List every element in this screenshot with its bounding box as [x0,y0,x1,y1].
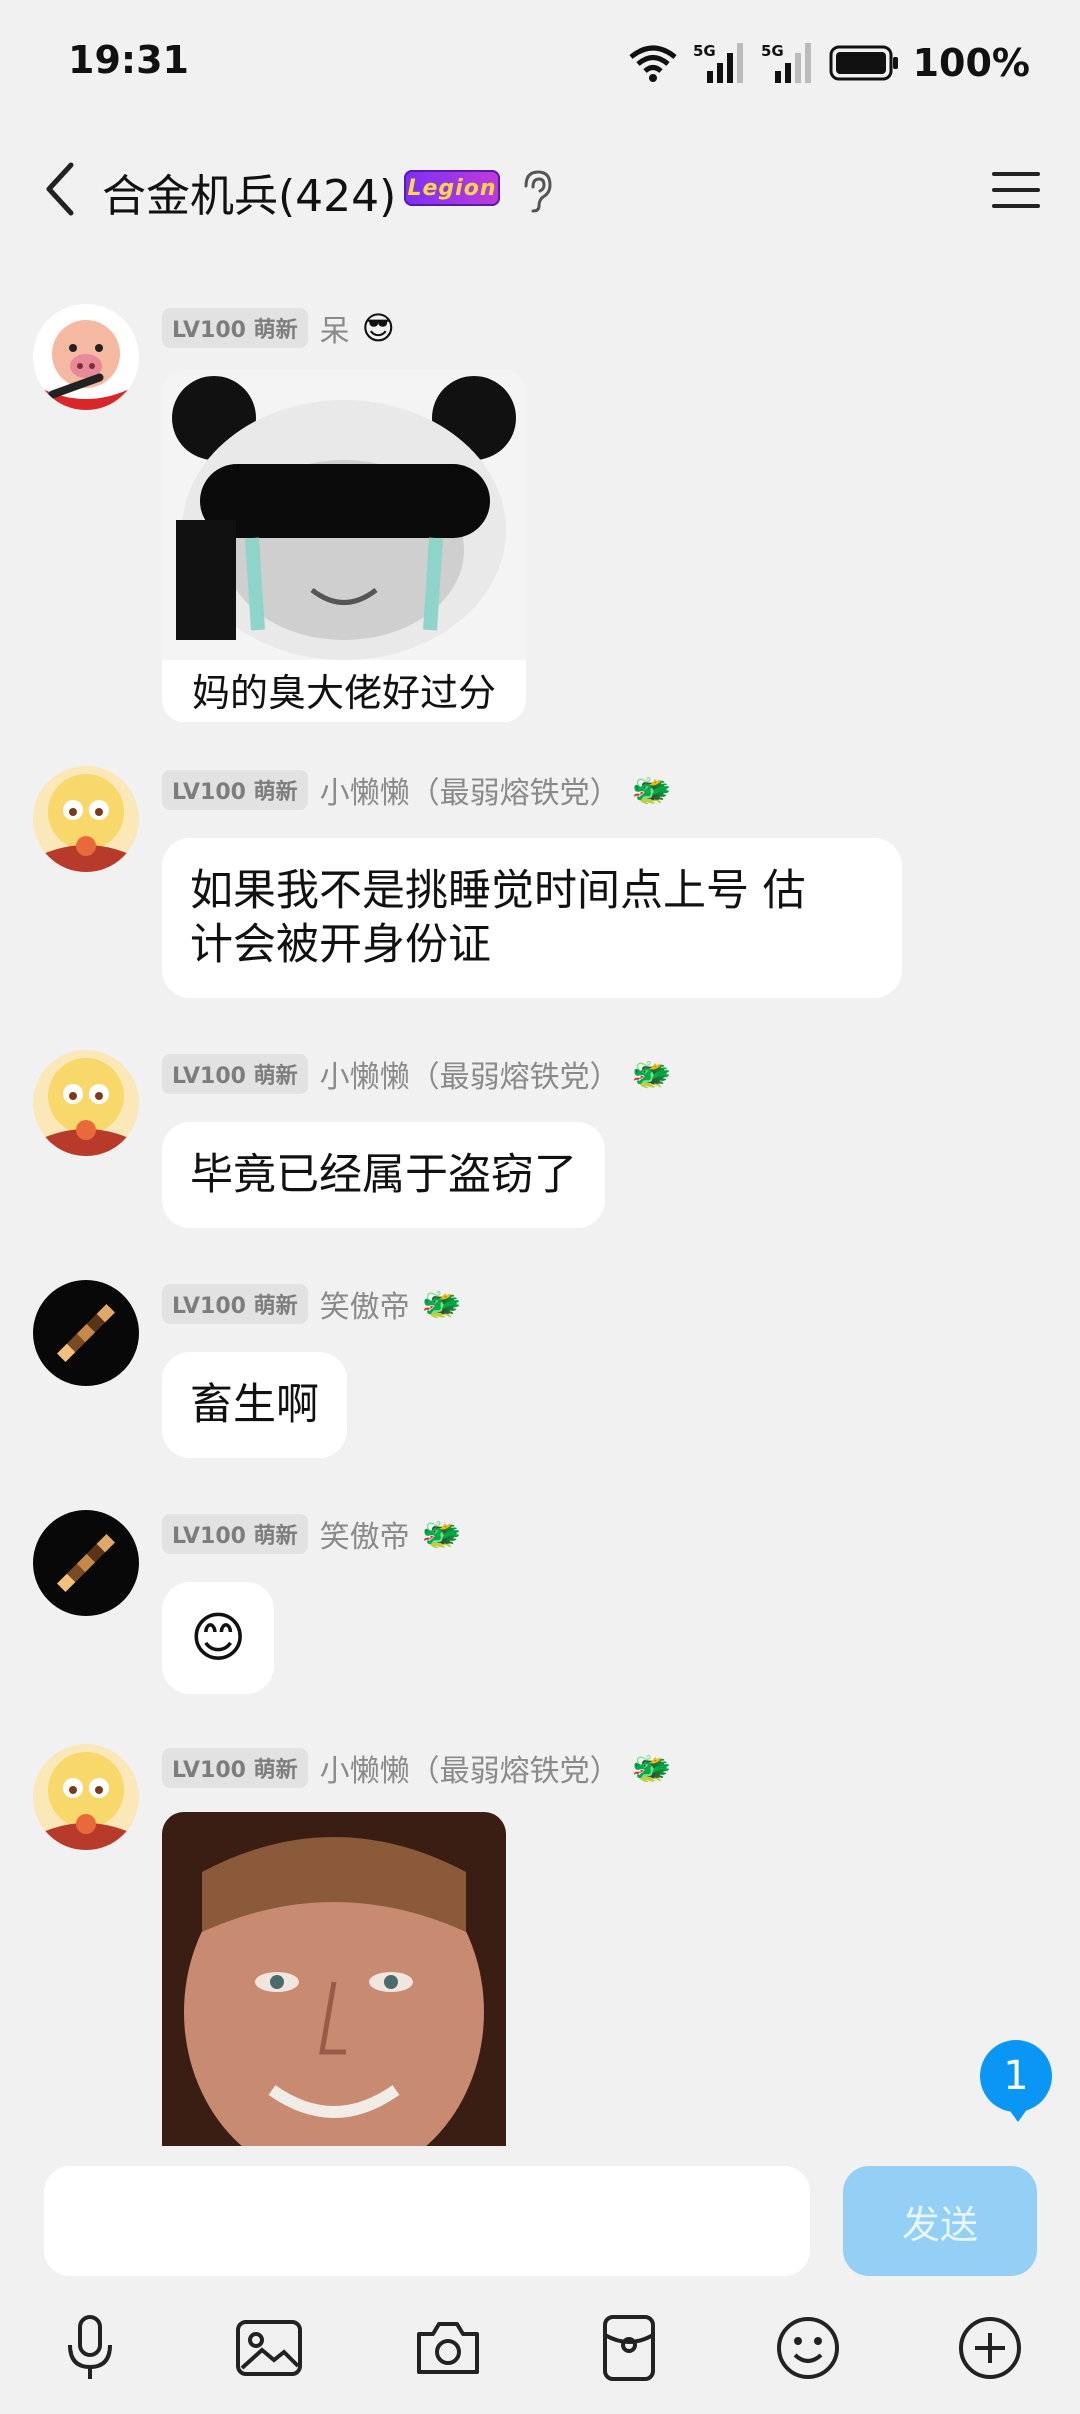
level-badge: LV100 萌新 [162,1284,308,1324]
microphone-icon [68,2315,112,2379]
send-button[interactable]: 发送 [843,2166,1037,2276]
plus-icon [959,2317,1021,2379]
sunglasses-emoji-icon: 😎 [361,309,395,347]
red-packet-icon [603,2315,655,2381]
panda-meme-image [162,370,526,660]
wifi-icon [629,45,677,82]
avatar[interactable] [33,1510,139,1616]
sender-name[interactable]: 小懒懒（最弱熔铁党） [320,768,620,812]
ear-icon[interactable] [516,166,556,214]
camera-button[interactable] [408,2308,488,2388]
sender-name[interactable]: 小懒懒（最弱熔铁党） [320,1746,620,1790]
sender-line: LV100 萌新 小懒懒（最弱熔铁党） 🐲 [162,768,672,812]
sender-name[interactable]: 笑傲帝 [320,1512,410,1556]
camera-icon [417,2322,479,2374]
sender-name[interactable]: 呆 [320,306,350,350]
svg-text:5G: 5G [761,42,784,60]
sender-line: LV100 萌新 小懒懒（最弱熔铁党） 🐲 [162,1746,672,1790]
level-badge: LV100 萌新 [162,1054,308,1094]
image-message[interactable]: 妈的臭大佬好过分 [162,370,526,722]
emoji-icon [777,2317,839,2379]
battery-icon [829,45,898,81]
face-photo-image [162,1812,506,2146]
level-badge: LV100 萌新 [162,1514,308,1554]
status-time: 19:31 [68,38,189,82]
chat-header: 合金机兵(424) Legion [0,130,1080,250]
more-button[interactable] [950,2308,1030,2388]
image-message[interactable] [162,1812,506,2146]
message-text: 畜生啊 [190,1380,319,1430]
message-text-line: 如果我不是挑睡觉时间点上号 估 [190,866,806,916]
emoji-message: 😊 [190,1606,247,1669]
avatar[interactable] [33,1050,139,1156]
message-input[interactable] [44,2166,810,2276]
sender-line: LV100 萌新 笑傲帝 🐲 [162,1512,462,1556]
menu-button[interactable] [986,160,1050,220]
dragon-emoji-icon: 🐲 [631,771,672,809]
svg-text:5G: 5G [693,42,716,60]
signal-5g-icon-2: 5G [761,42,811,83]
group-badge: Legion [404,170,500,206]
text-bubble[interactable]: 如果我不是挑睡觉时间点上号 估 计会被开身份证 [162,838,902,998]
dragon-emoji-icon: 🐲 [421,1515,462,1553]
status-bar: 19:31 5G 5G 100% [0,0,1080,130]
red-packet-button[interactable] [589,2308,669,2388]
sender-line: LV100 萌新 笑傲帝 🐲 [162,1282,462,1326]
text-bubble[interactable]: 毕竟已经属于盗窃了 [162,1122,605,1228]
text-bubble[interactable]: 畜生啊 [162,1352,347,1458]
level-badge: LV100 萌新 [162,1748,308,1788]
back-arrow-icon [46,162,74,216]
signal-5g-icon: 5G [693,42,743,83]
message-text-line: 计会被开身份证 [190,920,491,970]
sender-name[interactable]: 笑傲帝 [320,1282,410,1326]
avatar[interactable] [33,1280,139,1386]
message-text: 毕竟已经属于盗窃了 [190,1150,577,1200]
chat-title[interactable]: 合金机兵(424) [102,160,396,224]
dragon-emoji-icon: 🐲 [631,1055,672,1093]
status-icons: 5G 5G 100% [627,38,1030,88]
dragon-emoji-icon: 🐲 [631,1749,672,1787]
emoji-button[interactable] [768,2308,848,2388]
input-bar: 发送 [0,2146,1080,2414]
level-badge: LV100 萌新 [162,308,308,348]
level-badge: LV100 萌新 [162,770,308,810]
sender-name[interactable]: 小懒懒（最弱熔铁党） [320,1052,620,1096]
toolbar [0,2308,1080,2408]
sender-line: LV100 萌新 呆 😎 [162,306,395,350]
sender-line: LV100 萌新 小懒懒（最弱熔铁党） 🐲 [162,1052,672,1096]
back-button[interactable] [30,154,90,224]
dragon-emoji-icon: 🐲 [421,1285,462,1323]
photo-button[interactable] [229,2308,309,2388]
new-message-badge[interactable]: 1 [980,2040,1052,2122]
image-icon [236,2320,302,2376]
image-caption: 妈的臭大佬好过分 [191,671,496,715]
battery-percent: 100% [912,41,1030,85]
voice-button[interactable] [50,2308,130,2388]
avatar[interactable] [33,1744,139,1850]
avatar[interactable] [33,766,139,872]
emoji-bubble[interactable]: 😊 [162,1582,275,1694]
avatar[interactable] [33,304,139,410]
